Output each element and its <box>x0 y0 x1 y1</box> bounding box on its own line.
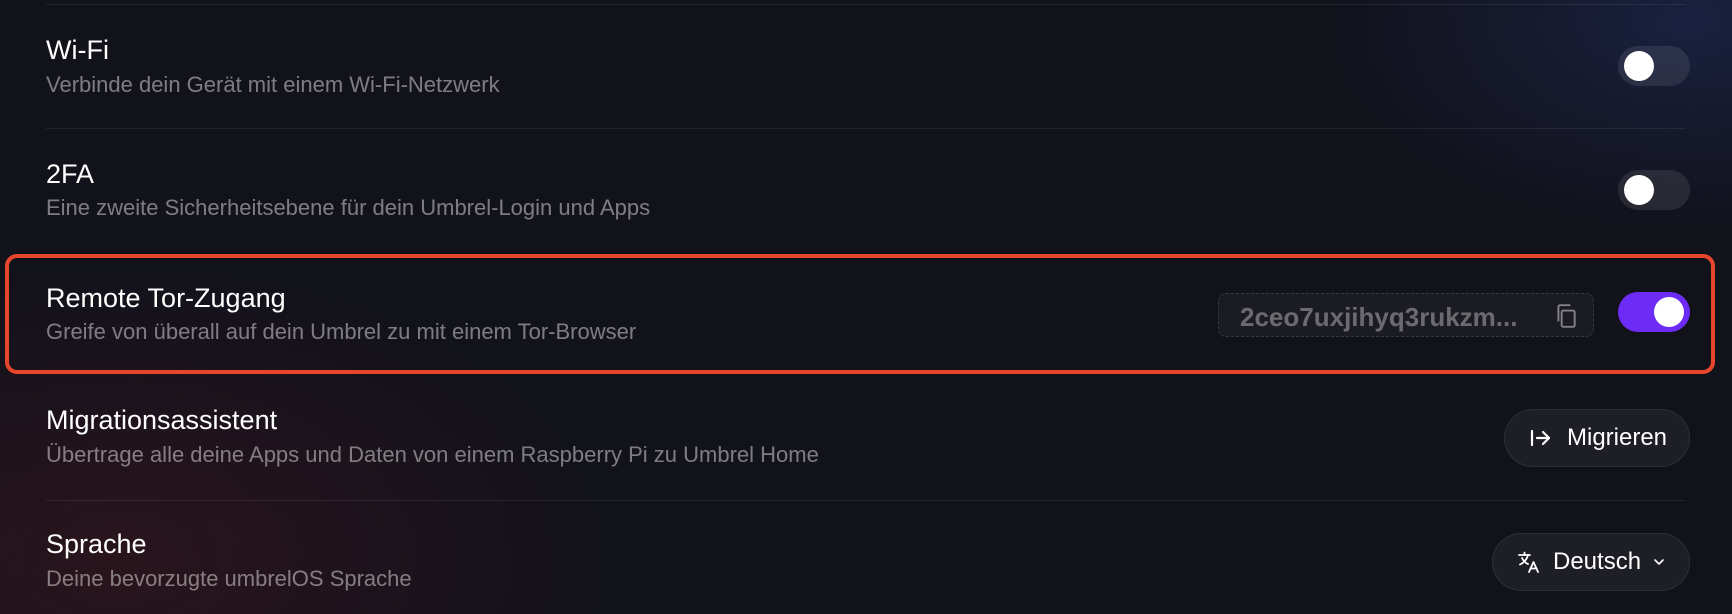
tor-title: Remote Tor-Zugang <box>46 283 286 313</box>
wifi-title: Wi-Fi <box>46 35 109 65</box>
toggle-knob <box>1624 175 1654 205</box>
tor-description: Greife von überall auf dein Umbrel zu mi… <box>46 319 637 344</box>
twofa-setting-row: 2FA Eine zweite Sicherheitsebene für dei… <box>0 129 1732 253</box>
migrate-button[interactable]: Migrieren <box>1504 409 1690 467</box>
tor-address-field[interactable]: 2ceo7uxjihyq3rukzm... <box>1218 293 1594 337</box>
language-setting-row: Sprache Deine bevorzugte umbrelOS Sprach… <box>0 502 1732 614</box>
toggle-knob <box>1654 297 1684 327</box>
language-description: Deine bevorzugte umbrelOS Sprache <box>46 566 412 591</box>
language-selected-label: Deutsch <box>1553 548 1642 575</box>
copy-icon[interactable] <box>1553 303 1579 329</box>
tor-toggle[interactable] <box>1618 292 1690 332</box>
twofa-description: Eine zweite Sicherheitsebene für dein Um… <box>46 195 651 220</box>
wifi-setting-row: Wi-Fi Verbinde dein Gerät mit einem Wi-F… <box>0 5 1732 129</box>
migration-description: Übertrage alle deine Apps und Daten von … <box>46 442 819 467</box>
toggle-knob <box>1624 51 1654 81</box>
chevron-down-icon <box>1654 559 1664 565</box>
wifi-toggle[interactable] <box>1618 46 1690 86</box>
migration-setting-row: Migrationsassistent Übertrage alle deine… <box>0 378 1732 502</box>
tor-address-text: 2ceo7uxjihyq3rukzm... <box>1240 302 1518 332</box>
language-title: Sprache <box>46 529 147 559</box>
migration-title: Migrationsassistent <box>46 405 278 435</box>
row-divider <box>46 500 1686 501</box>
language-select[interactable]: Deutsch <box>1492 533 1690 591</box>
twofa-title: 2FA <box>46 159 95 189</box>
migrate-button-label: Migrieren <box>1567 424 1668 451</box>
wifi-description: Verbinde dein Gerät mit einem Wi-Fi-Netz… <box>46 72 500 97</box>
translate-icon <box>1518 551 1539 573</box>
migrate-arrow-icon <box>1530 429 1551 447</box>
twofa-toggle[interactable] <box>1618 170 1690 210</box>
